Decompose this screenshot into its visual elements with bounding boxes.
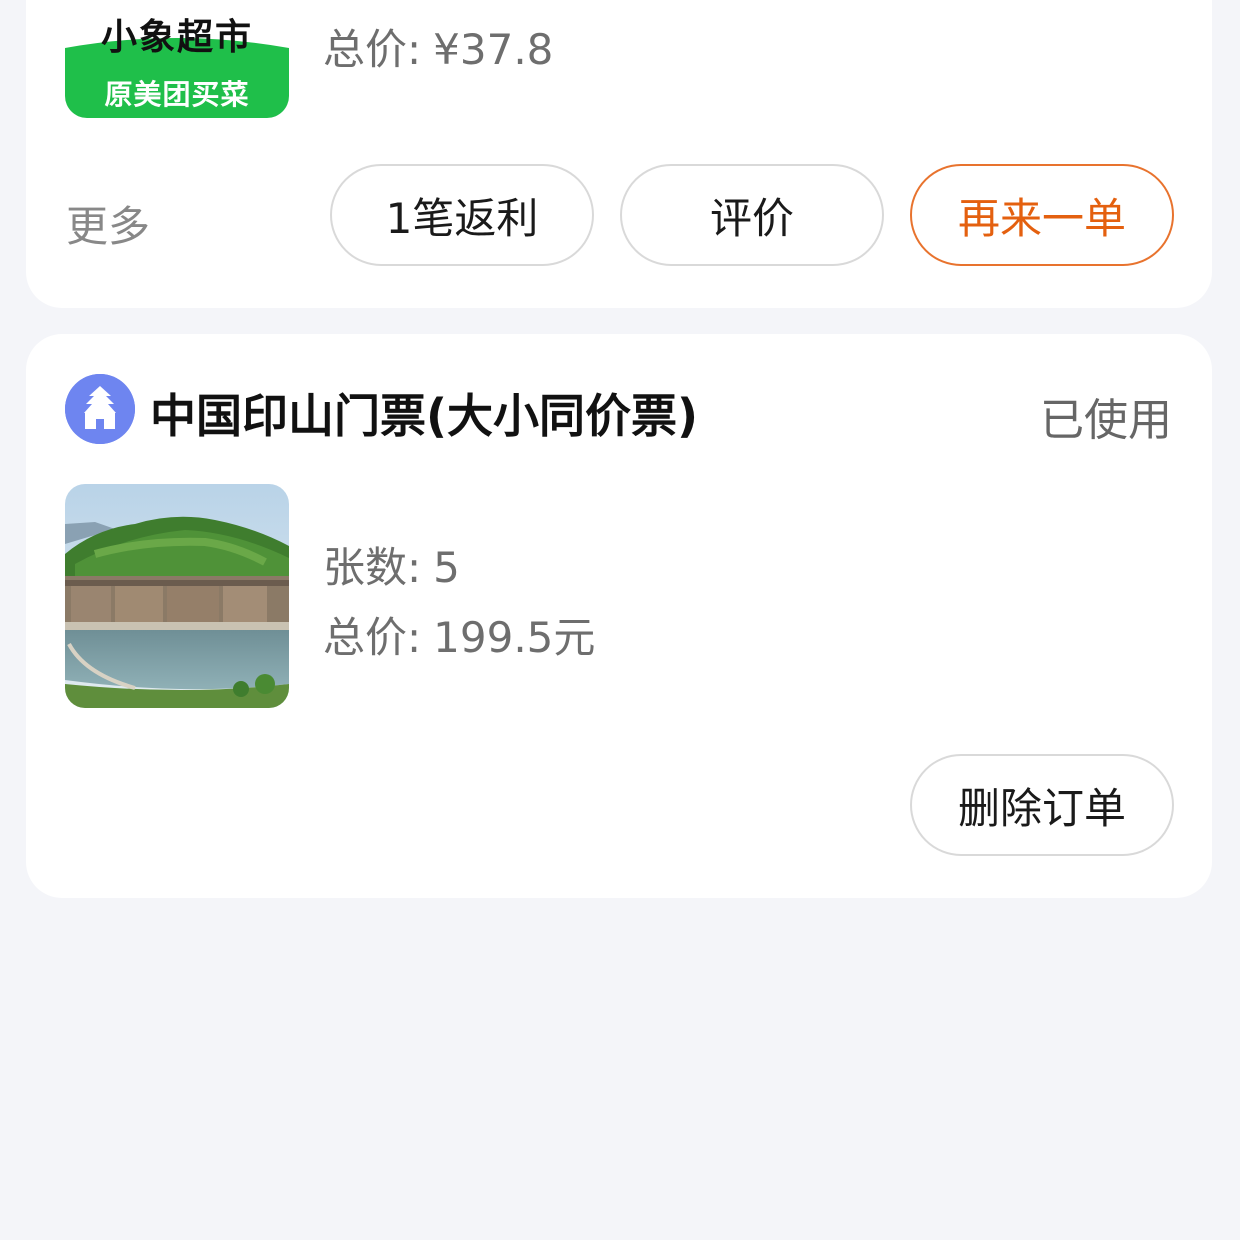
ticket-total-row: 总价: 199.5元 (323, 604, 595, 665)
temple-icon (65, 374, 135, 444)
ticket-total-label: 总价: (323, 613, 422, 662)
ticket-count-label: 张数: (323, 543, 422, 592)
reorder-button[interactable]: 再来一单 (910, 164, 1174, 266)
order-title[interactable]: 中国印山门票(大小同价票) (150, 380, 698, 446)
more-button[interactable]: 更多 (66, 193, 150, 254)
order-card-grocery[interactable]: 小象超市 原美团买菜 总价: ¥37.8 更多 1笔返利 评价 再来一单 (26, 0, 1212, 308)
rebate-button[interactable]: 1笔返利 (330, 164, 594, 266)
xiaoxiang-supermarket-logo: 小象超市 原美团买菜 (65, 0, 289, 118)
ticket-count-value: 5 (433, 543, 460, 592)
scenic-thumbnail[interactable] (65, 484, 289, 708)
total-price-label: 总价: (323, 25, 422, 74)
review-button[interactable]: 评价 (620, 164, 884, 266)
total-price-row: 总价: ¥37.8 (323, 16, 553, 77)
order-card-ticket[interactable]: 中国印山门票(大小同价票) 已使用 张数: 5 总价: 199.5元 删除订单 (26, 334, 1212, 898)
ticket-count-row: 张数: 5 (323, 534, 460, 595)
delete-order-button[interactable]: 删除订单 (910, 754, 1174, 856)
total-price-value: ¥37.8 (433, 25, 554, 74)
logo-brand-text: 小象超市 (100, 17, 253, 58)
logo-sub-text: 原美团买菜 (104, 78, 250, 111)
status-badge: 已使用 (1040, 395, 1172, 446)
ticket-total-value: 199.5元 (433, 613, 596, 662)
